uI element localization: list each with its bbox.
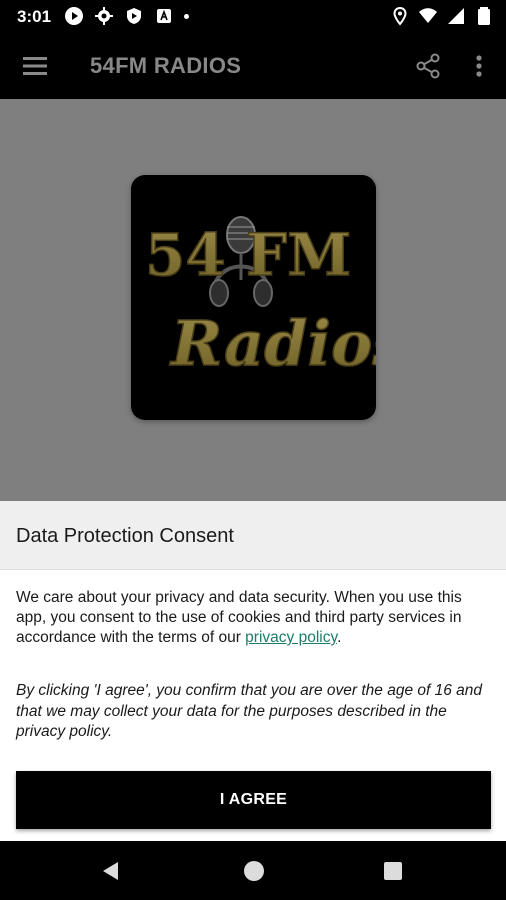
- font-icon: [154, 6, 174, 26]
- content-area: 54 FM Radios: [0, 99, 506, 501]
- wifi-icon: [418, 6, 438, 26]
- back-icon[interactable]: [100, 860, 122, 882]
- status-bar: 3:01: [0, 0, 506, 33]
- consent-text-before: We care about your privacy and data secu…: [16, 589, 462, 646]
- share-icon[interactable]: [414, 51, 442, 81]
- menu-icon[interactable]: [20, 51, 50, 81]
- consent-text: We care about your privacy and data secu…: [16, 588, 490, 648]
- logo-line1: 54 FM: [145, 221, 351, 289]
- location-icon: [390, 6, 410, 26]
- consent-text-after: .: [337, 629, 342, 646]
- app-bar: 54FM RADIOS: [0, 33, 506, 99]
- notification-dot: [184, 13, 189, 19]
- consent-title: Data Protection Consent: [16, 525, 234, 547]
- more-vert-icon[interactable]: [468, 51, 490, 81]
- consent-body: We care about your privacy and data secu…: [0, 570, 506, 743]
- privacy-policy-link[interactable]: privacy policy: [245, 629, 337, 646]
- station-logo: 54 FM Radios: [131, 175, 376, 420]
- consent-header: Data Protection Consent: [0, 501, 506, 570]
- consent-note: By clicking 'I agree', you confirm that …: [16, 682, 483, 740]
- app-title: 54FM RADIOS: [90, 53, 242, 78]
- shield-icon: [124, 6, 144, 26]
- agree-button[interactable]: I AGREE: [16, 771, 491, 829]
- home-icon[interactable]: [244, 861, 264, 881]
- system-nav-bar: [0, 841, 506, 900]
- battery-icon: [474, 6, 494, 26]
- status-time: 3:01: [17, 7, 52, 26]
- status-left-icons: [64, 6, 189, 26]
- signal-icon: [446, 6, 466, 26]
- logo-line2: Radios: [169, 307, 376, 380]
- play-icon: [64, 6, 84, 26]
- station-logo-image: 54 FM Radios: [144, 216, 376, 381]
- recents-icon[interactable]: [384, 862, 402, 880]
- settings-icon: [94, 6, 114, 26]
- consent-dialog: Data Protection Consent We care about yo…: [0, 501, 506, 841]
- status-right-icons: [390, 6, 494, 26]
